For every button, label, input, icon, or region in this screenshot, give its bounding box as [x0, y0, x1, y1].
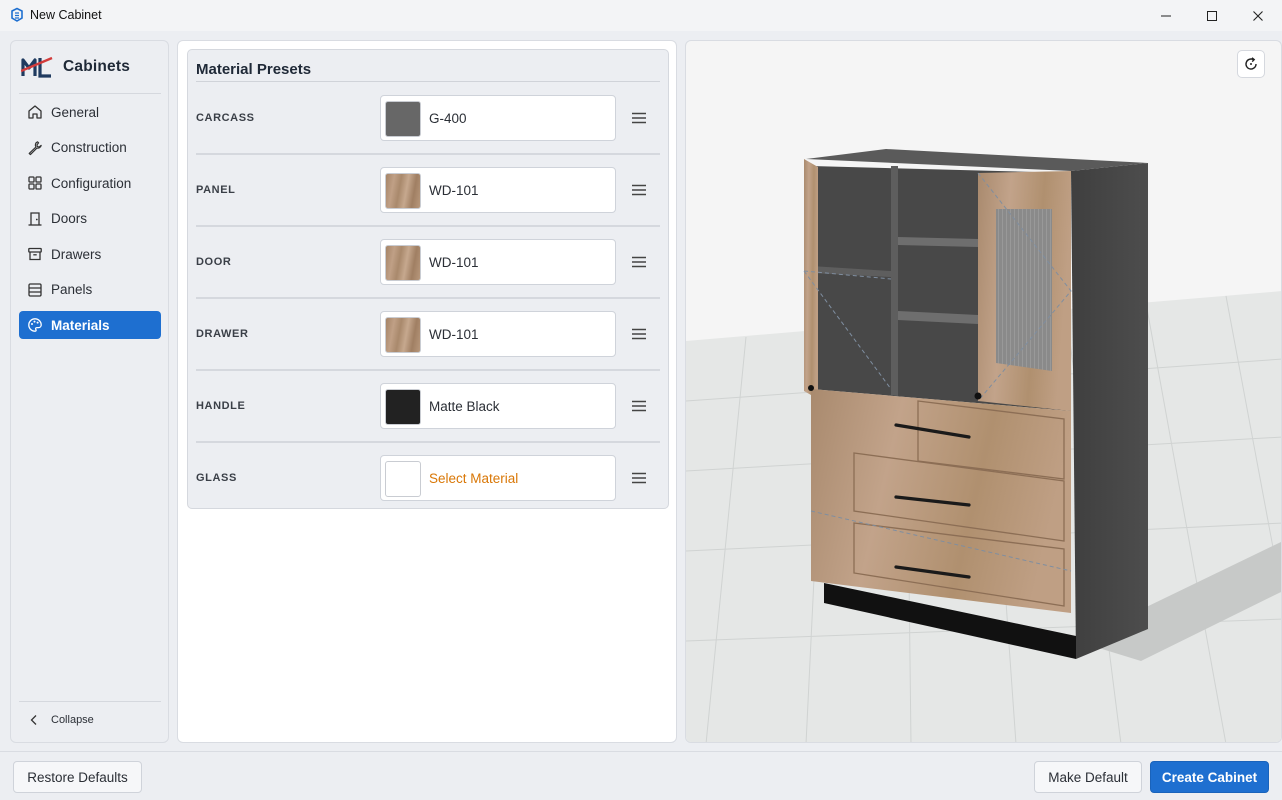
cabinet-3d-preview: [686, 149, 1281, 742]
panels-icon: [27, 282, 43, 298]
preset-menu-glass[interactable]: [629, 468, 649, 488]
materials-panel: Material Presets CARCASS G-400 PANEL WD-…: [177, 40, 677, 743]
restore-defaults-button[interactable]: Restore Defaults: [13, 761, 142, 793]
row-divider: [196, 225, 660, 227]
material-picker-door[interactable]: WD-101: [380, 239, 616, 285]
archive-icon: [27, 246, 43, 262]
material-value: WD-101: [429, 183, 479, 198]
collapse-sidebar-button[interactable]: Collapse: [29, 714, 94, 726]
sidebar-item-label: Materials: [51, 317, 110, 333]
hamburger-menu-icon: [632, 472, 646, 484]
sidebar-item-label: Construction: [51, 140, 127, 155]
row-divider: [196, 369, 660, 371]
row-divider: [196, 297, 660, 299]
material-swatch: [385, 245, 421, 281]
preset-menu-panel[interactable]: [629, 180, 649, 200]
preset-menu-drawer[interactable]: [629, 324, 649, 344]
brand-logo-icon: [21, 56, 53, 78]
preset-label: HANDLE: [196, 400, 246, 412]
sidebar-item-drawers[interactable]: Drawers: [19, 240, 161, 268]
brand-name: Cabinets: [63, 58, 131, 75]
material-picker-handle[interactable]: Matte Black: [380, 383, 616, 429]
sketchup-app-icon: [11, 7, 23, 22]
preset-row-door: DOOR WD-101: [196, 239, 660, 311]
collapse-label: Collapse: [51, 714, 94, 726]
material-picker-drawer[interactable]: WD-101: [380, 311, 616, 357]
material-value: G-400: [429, 111, 467, 126]
sidebar-item-label: Panels: [51, 282, 93, 297]
hamburger-menu-icon: [632, 112, 646, 124]
preset-label: DOOR: [196, 256, 232, 268]
rotate-reset-icon: [1245, 57, 1257, 70]
sidebar-item-panels[interactable]: Panels: [19, 276, 161, 304]
palette-icon: [27, 317, 43, 333]
presets-title: Material Presets: [196, 61, 312, 78]
footer-bar: Restore Defaults Make Default Create Cab…: [0, 751, 1282, 800]
make-default-button[interactable]: Make Default: [1034, 761, 1142, 793]
hamburger-menu-icon: [632, 400, 646, 412]
material-presets-card: Material Presets CARCASS G-400 PANEL WD-…: [187, 49, 669, 509]
sidebar-item-label: General: [51, 104, 100, 120]
material-picker-glass[interactable]: Select Material: [380, 455, 616, 501]
sidebar-item-construction[interactable]: Construction: [19, 134, 161, 162]
preset-row-drawer: DRAWER WD-101: [196, 311, 660, 383]
door-icon: [27, 211, 43, 227]
maximize-button[interactable]: [1189, 0, 1235, 31]
row-divider: [196, 441, 660, 443]
material-picker-panel[interactable]: WD-101: [380, 167, 616, 213]
sidebar: Cabinets General Construction Configurat…: [10, 40, 169, 743]
material-picker-carcass[interactable]: G-400: [380, 95, 616, 141]
brand: Cabinets: [21, 54, 130, 80]
preset-menu-handle[interactable]: [629, 396, 649, 416]
preset-menu-carcass[interactable]: [629, 108, 649, 128]
create-cabinet-button[interactable]: Create Cabinet: [1150, 761, 1269, 793]
material-swatch: [385, 389, 421, 425]
hamburger-menu-icon: [632, 328, 646, 340]
window-title: New Cabinet: [30, 8, 102, 22]
preset-menu-door[interactable]: [629, 252, 649, 272]
sidebar-nav: General Construction Configuration Doors…: [19, 98, 161, 347]
preset-label: GLASS: [196, 472, 237, 484]
sidebar-item-label: Drawers: [51, 246, 102, 262]
presets-divider: [196, 81, 660, 82]
material-swatch: [385, 317, 421, 353]
row-divider: [196, 153, 660, 155]
grid-icon: [27, 175, 43, 191]
sidebar-divider: [19, 701, 161, 702]
maximize-icon: [1207, 10, 1217, 21]
sidebar-item-label: Doors: [51, 211, 88, 226]
material-value: WD-101: [429, 255, 479, 270]
preset-row-handle: HANDLE Matte Black: [196, 383, 660, 455]
material-placeholder: Select Material: [429, 471, 519, 486]
wrench-icon: [27, 140, 43, 156]
sidebar-item-configuration[interactable]: Configuration: [19, 169, 161, 197]
title-bar: New Cabinet: [0, 0, 1282, 31]
sidebar-item-label: Configuration: [51, 175, 132, 191]
reset-view-button[interactable]: [1237, 50, 1265, 78]
preset-label: DRAWER: [196, 328, 249, 340]
sidebar-item-general[interactable]: General: [19, 98, 161, 126]
home-icon: [27, 104, 43, 120]
sidebar-divider: [19, 93, 161, 94]
material-swatch: [385, 461, 421, 497]
material-swatch: [385, 173, 421, 209]
sidebar-item-doors[interactable]: Doors: [19, 205, 161, 233]
minimize-icon: [1161, 15, 1171, 16]
3d-viewport[interactable]: [685, 40, 1282, 743]
minimize-button[interactable]: [1143, 0, 1189, 31]
hamburger-menu-icon: [632, 184, 646, 196]
close-icon: [1253, 10, 1263, 21]
material-value: Matte Black: [429, 399, 500, 414]
preset-label: CARCASS: [196, 112, 255, 124]
close-window-button[interactable]: [1235, 0, 1281, 31]
preset-row-glass: GLASS Select Material: [196, 455, 660, 527]
preset-label: PANEL: [196, 184, 236, 196]
preset-row-carcass: CARCASS G-400: [196, 95, 660, 167]
sidebar-item-materials[interactable]: Materials: [19, 311, 161, 339]
material-value: WD-101: [429, 327, 479, 342]
chevron-left-icon: [30, 715, 37, 725]
hamburger-menu-icon: [632, 256, 646, 268]
material-swatch: [385, 101, 421, 137]
preset-row-panel: PANEL WD-101: [196, 167, 660, 239]
